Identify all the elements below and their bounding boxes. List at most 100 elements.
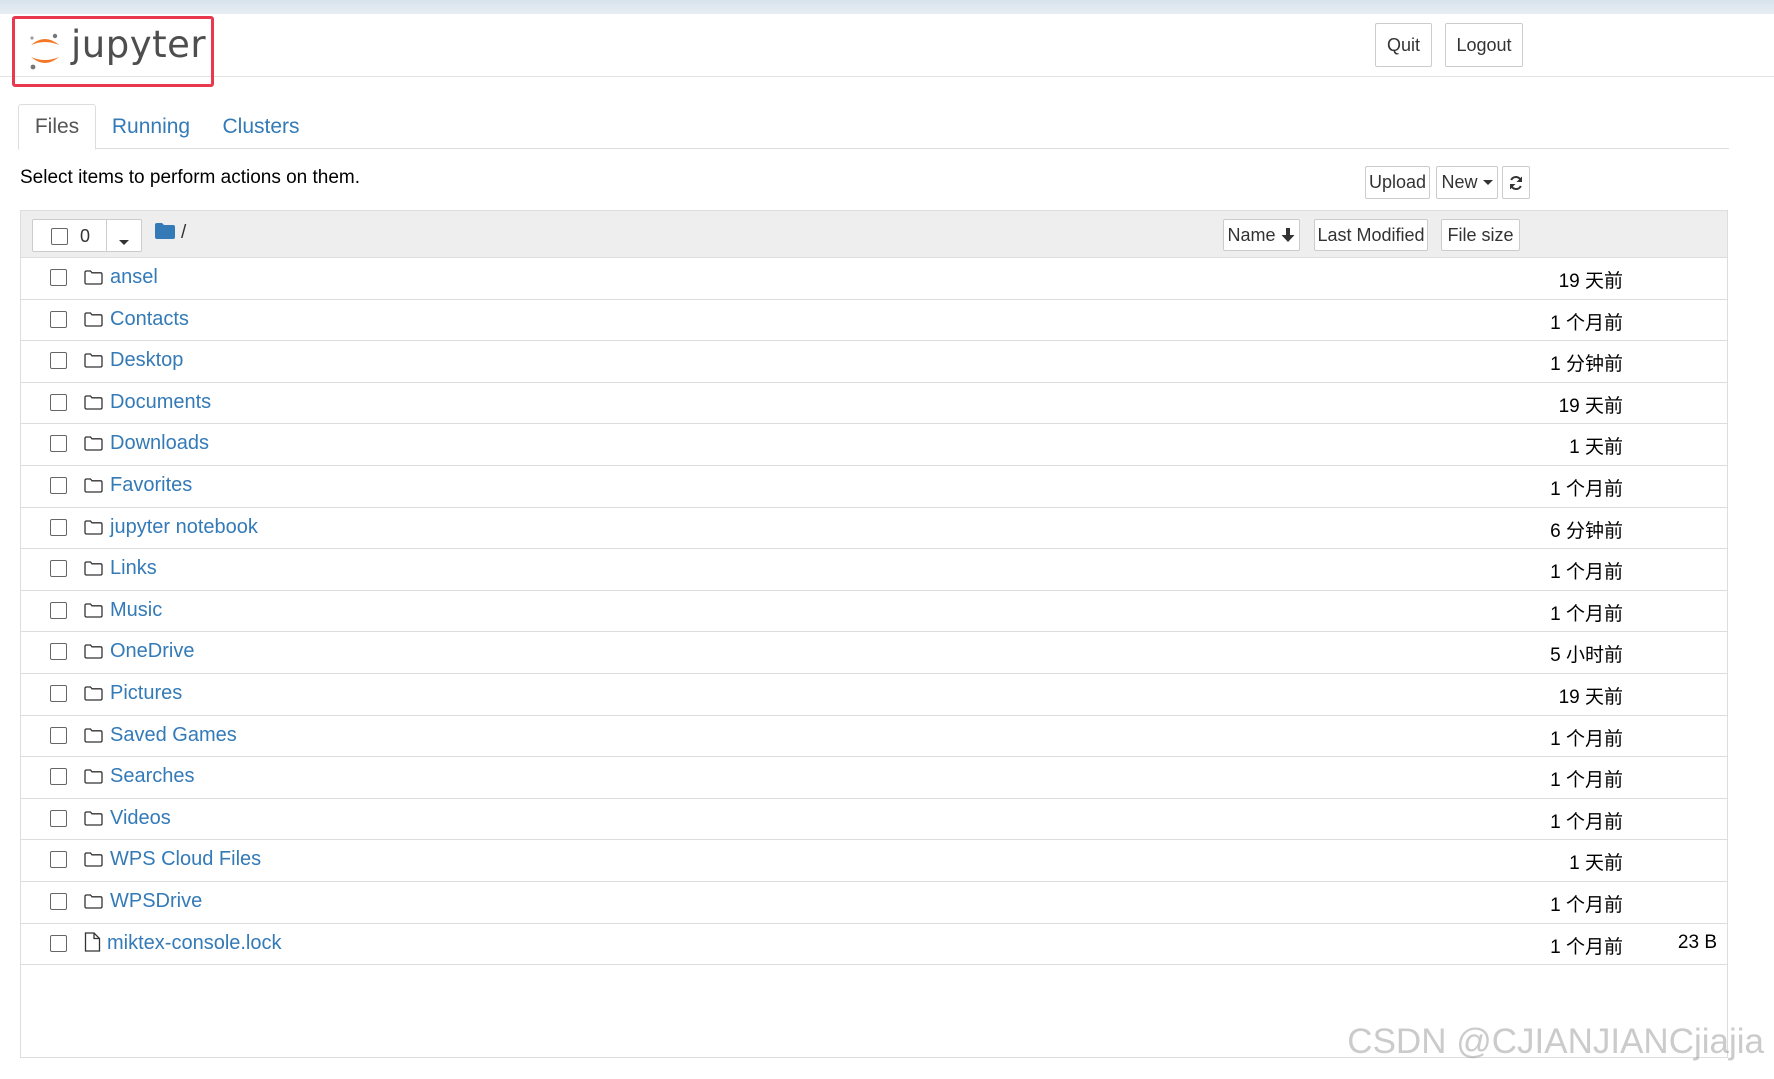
tab-bar: Files Running Clusters [18,104,1729,150]
item-last-modified: 1 个月前 [1550,895,1623,916]
folder-icon [84,395,103,410]
select-all-checkbox[interactable] [51,228,68,245]
item-last-modified: 1 天前 [1569,437,1623,459]
item-name-link[interactable]: jupyter notebook [110,516,258,539]
row-checkbox[interactable] [50,310,67,328]
select-dropdown-button[interactable] [119,234,129,252]
item-last-modified: 19 天前 [1558,395,1623,417]
refresh-button[interactable] [1502,166,1530,199]
item-last-modified: 19 天前 [1558,687,1623,708]
item-last-modified: 1 分钟前 [1550,354,1623,376]
sort-last-modified-button[interactable]: Last Modified [1314,219,1428,251]
row-checkbox[interactable] [50,685,67,702]
folder-icon [84,686,103,701]
folder-icon [84,270,103,285]
folder-row[interactable]: Downloads 1 天前 [21,424,1727,466]
arrow-down-icon [1281,228,1294,242]
item-name-link[interactable]: Pictures [110,682,182,705]
item-last-modified: 1 个月前 [1550,811,1623,833]
item-name-link[interactable]: Saved Games [110,724,237,747]
folder-row[interactable]: OneDrive 5 小时前 [21,632,1727,674]
logo-text: jupyter [71,23,207,66]
row-checkbox[interactable] [50,726,67,744]
folder-icon [84,727,103,743]
row-checkbox[interactable] [50,435,67,453]
row-checkbox[interactable] [50,560,67,578]
jupyter-logo-icon [30,33,59,70]
tab-files[interactable]: Files [18,104,96,150]
folder-row[interactable]: Favorites 1 个月前 [21,466,1727,508]
tab-clusters[interactable]: Clusters [216,104,306,150]
item-name-link[interactable]: ansel [110,266,158,289]
row-checkbox[interactable] [50,477,67,494]
logout-button[interactable]: Logout [1445,23,1523,67]
file-icon [84,931,101,952]
row-checkbox[interactable] [50,352,67,370]
new-button[interactable]: New [1436,166,1498,199]
folder-row[interactable]: Links 1 个月前 [21,549,1727,591]
row-checkbox[interactable] [50,768,67,786]
folder-row[interactable]: WPSDrive 1 个月前 [21,882,1727,924]
folder-row[interactable]: Pictures 19 天前 [21,674,1727,716]
folder-row[interactable]: Desktop 1 分钟前 [21,341,1727,383]
quit-button[interactable]: Quit [1375,23,1432,67]
tab-running[interactable]: Running [106,104,196,150]
breadcrumb-path[interactable]: / [181,222,186,244]
select-all-group: 0 [32,219,142,252]
item-last-modified: 1 个月前 [1550,936,1623,958]
folder-row[interactable]: Searches 1 个月前 [21,757,1727,799]
row-checkbox[interactable] [50,601,67,619]
watermark: CSDN @CJIANJIANCjiajia [1347,1022,1764,1061]
refresh-icon [1510,175,1522,190]
instructions-text: Select items to perform actions on them. [20,167,361,188]
folder-icon [84,436,103,452]
folder-row[interactable]: Saved Games 1 个月前 [21,716,1727,758]
file-row[interactable]: miktex-console.lock 1 个月前 23 B [21,924,1727,966]
jupyter-logo[interactable]: jupyter [12,16,214,87]
folder-row[interactable]: Videos 1 个月前 [21,799,1727,841]
folder-icon [84,603,103,618]
sort-name-button[interactable]: Name [1223,219,1300,251]
item-name-link[interactable]: Videos [110,807,171,830]
item-last-modified: 1 个月前 [1550,603,1623,625]
item-name-link[interactable]: WPS Cloud Files [110,848,261,871]
folder-row[interactable]: jupyter notebook 6 分钟前 [21,508,1727,550]
item-name-link[interactable]: WPSDrive [110,890,202,913]
item-name-link[interactable]: miktex-console.lock [107,932,282,955]
browser-top-strip [0,0,1774,14]
item-last-modified: 1 个月前 [1550,728,1623,750]
item-file-size: 23 B [1677,931,1717,953]
row-checkbox[interactable] [50,393,67,411]
folder-row[interactable]: Music 1 个月前 [21,591,1727,633]
folder-icon [84,353,103,368]
row-checkbox[interactable] [50,809,67,827]
item-name-link[interactable]: OneDrive [110,640,194,663]
sort-file-size-button[interactable]: File size [1441,219,1520,251]
item-name-link[interactable]: Favorites [110,474,192,497]
row-checkbox[interactable] [50,518,67,536]
item-name-link[interactable]: Documents [110,391,211,414]
item-name-link[interactable]: Downloads [110,432,209,455]
chevron-down-icon [119,240,129,246]
item-name-link[interactable]: Links [110,557,157,580]
row-checkbox[interactable] [50,851,67,869]
folder-icon [84,311,103,327]
row-checkbox[interactable] [50,934,67,952]
item-last-modified: 5 小时前 [1550,645,1623,667]
item-name-link[interactable]: Music [110,599,162,622]
folder-solid-icon[interactable] [155,223,175,239]
folder-icon [84,811,103,826]
selected-count: 0 [80,226,91,246]
item-name-link[interactable]: Desktop [110,349,183,372]
row-checkbox[interactable] [50,269,67,286]
folder-row[interactable]: ansel 19 天前 [21,258,1727,300]
folder-row[interactable]: Contacts 1 个月前 [21,300,1727,342]
upload-button[interactable]: Upload [1365,166,1430,199]
item-last-modified: 1 天前 [1569,853,1623,875]
item-name-link[interactable]: Contacts [110,308,189,331]
folder-row[interactable]: Documents 19 天前 [21,383,1727,425]
row-checkbox[interactable] [50,893,67,910]
folder-row[interactable]: WPS Cloud Files 1 天前 [21,840,1727,882]
row-checkbox[interactable] [50,643,67,661]
item-name-link[interactable]: Searches [110,765,195,788]
